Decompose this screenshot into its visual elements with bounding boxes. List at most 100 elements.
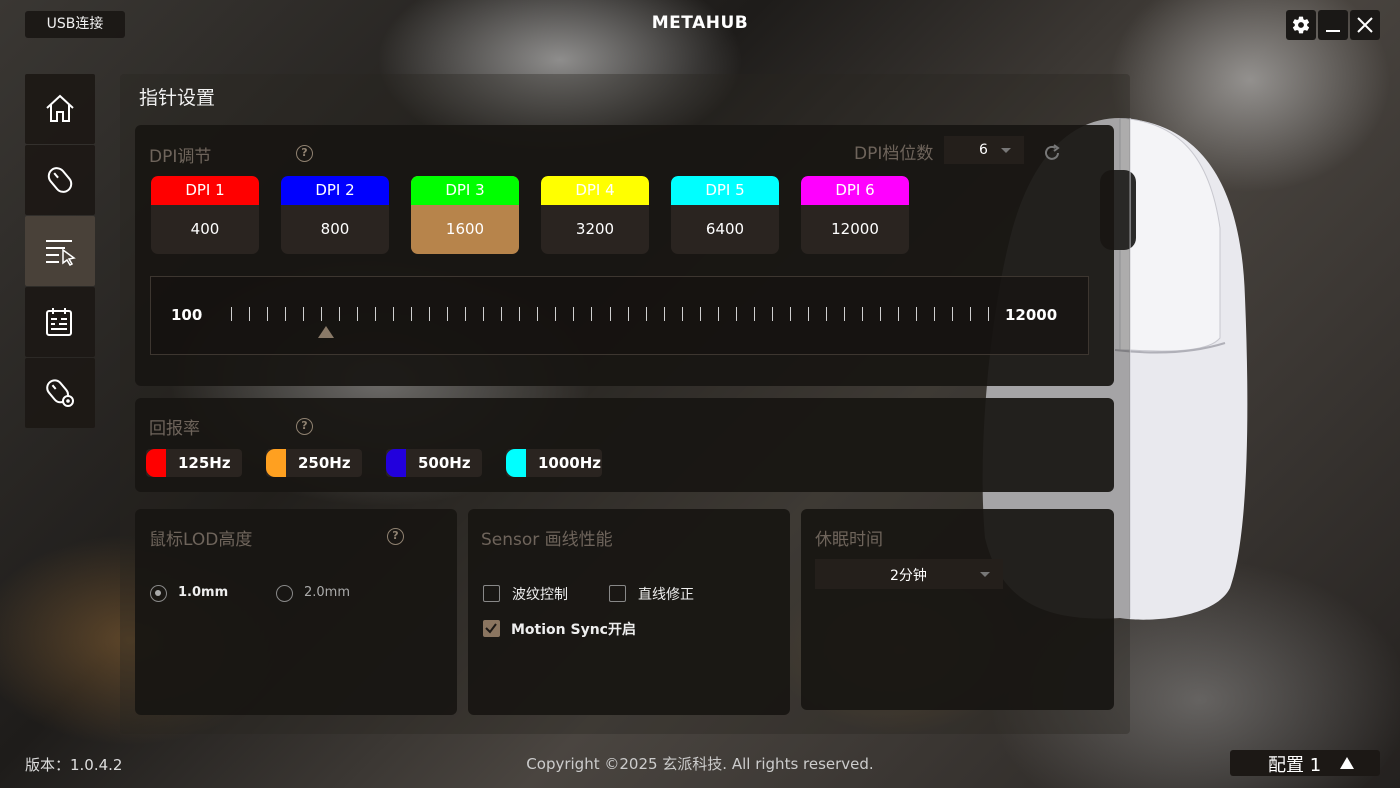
slider-tick	[465, 307, 467, 321]
slider-tick	[411, 307, 413, 321]
lod-radio-1mm[interactable]	[150, 585, 167, 602]
ripple-control-checkbox[interactable]	[483, 585, 500, 602]
slider-tick	[501, 307, 503, 321]
dpi-card-value: 12000	[831, 220, 879, 238]
dpi-card-5[interactable]: DPI 5 6400	[671, 176, 779, 254]
slider-tick	[555, 307, 557, 321]
polling-option-1000hz[interactable]: 1000Hz	[506, 449, 602, 477]
motion-sync-checkbox[interactable]	[483, 620, 500, 637]
lod-radio-2mm[interactable]	[276, 585, 293, 602]
slider-tick	[915, 307, 917, 321]
slider-tick	[807, 307, 809, 321]
mouse-icon	[47, 167, 73, 193]
dpi-levels-value: 6	[979, 142, 988, 158]
dpi-card-header: DPI 6	[801, 176, 909, 205]
slider-tick	[627, 307, 629, 321]
nav-mouse-settings[interactable]	[25, 358, 95, 428]
slider-tick	[897, 307, 899, 321]
dpi-card-1[interactable]: DPI 1 400	[151, 176, 259, 254]
slider-tick	[483, 307, 485, 321]
slider-tick	[663, 307, 665, 321]
motion-sync-label: Motion Sync开启	[511, 622, 636, 638]
slider-tick	[681, 307, 683, 321]
polling-option-label: 125Hz	[178, 454, 231, 472]
ripple-control-label: 波纹控制	[512, 587, 568, 603]
dpi-levels-label: DPI档位数	[854, 144, 934, 164]
dpi-card-header: DPI 2	[281, 176, 389, 205]
angle-snapping-label: 直线修正	[638, 587, 694, 603]
slider-tick	[771, 307, 773, 321]
slider-tick	[267, 307, 269, 321]
slider-tick	[969, 307, 971, 321]
polling-option-500hz[interactable]: 500Hz	[386, 449, 482, 477]
lod-option-2mm: 2.0mm	[304, 585, 351, 600]
sensor-label: Sensor 画线性能	[481, 530, 613, 550]
slider-tick	[303, 307, 305, 321]
slider-max-label: 12000	[1005, 306, 1058, 324]
polling-label: 回报率	[149, 419, 200, 439]
polling-panel	[135, 398, 1114, 492]
polling-option-250hz[interactable]: 250Hz	[266, 449, 362, 477]
slider-tick	[573, 307, 575, 321]
sleep-label: 休眠时间	[815, 530, 883, 550]
refresh-icon	[1045, 144, 1060, 160]
dpi-card-header: DPI 3	[411, 176, 519, 205]
slider-tick	[285, 307, 287, 321]
check-icon	[485, 623, 497, 634]
title-bar: USB连接 METAHUB	[0, 0, 1400, 50]
dpi-card-header: DPI 1	[151, 176, 259, 205]
dpi-label: DPI调节	[149, 147, 212, 167]
slider-handle[interactable]	[318, 326, 335, 338]
dpi-card-value: 6400	[705, 220, 745, 238]
slider-tick	[591, 307, 593, 321]
angle-snapping-checkbox[interactable]	[609, 585, 626, 602]
polling-option-125hz[interactable]: 125Hz	[146, 449, 242, 477]
slider-tick	[699, 307, 701, 321]
gear-icon	[1292, 16, 1310, 34]
slider-tick	[879, 307, 881, 321]
polling-help-icon[interactable]: ?	[296, 418, 313, 435]
dpi-card-value: 1600	[445, 220, 485, 238]
profile-label: 配置 1	[1268, 755, 1322, 776]
slider-tick	[231, 307, 232, 321]
nav-macro[interactable]	[25, 287, 95, 357]
polling-color-swatch	[266, 449, 286, 477]
dpi-card-2[interactable]: DPI 2 800	[281, 176, 389, 254]
nav-home[interactable]	[25, 74, 95, 144]
slider-tick	[735, 307, 737, 321]
dpi-slider[interactable]	[150, 276, 1089, 355]
nav-pointer-settings[interactable]	[25, 216, 95, 286]
close-button[interactable]	[1350, 10, 1380, 40]
polling-color-swatch	[146, 449, 166, 477]
slider-tick	[825, 307, 827, 321]
reset-button[interactable]	[1042, 143, 1062, 167]
polling-color-swatch	[386, 449, 406, 477]
slider-tick	[645, 307, 647, 321]
lod-help-icon[interactable]: ?	[387, 528, 404, 545]
dpi-card-4[interactable]: DPI 4 3200	[541, 176, 649, 254]
dpi-card-header: DPI 4	[541, 176, 649, 205]
minimize-button[interactable]	[1318, 10, 1348, 40]
slider-tick	[339, 307, 341, 321]
slider-tick	[393, 307, 395, 321]
dpi-card-header: DPI 5	[671, 176, 779, 205]
settings-button[interactable]	[1286, 10, 1316, 40]
dpi-help-icon[interactable]: ?	[296, 145, 313, 162]
slider-tick	[753, 307, 755, 321]
dpi-levels-dropdown[interactable]: 6	[944, 136, 1024, 164]
slider-tick	[447, 307, 449, 321]
slider-tick	[933, 307, 935, 321]
sleep-time-value: 2分钟	[890, 568, 927, 584]
page-title: 指针设置	[139, 87, 216, 109]
sleep-time-dropdown[interactable]: 2分钟	[815, 559, 1003, 589]
dpi-card-3[interactable]: DPI 3 1600	[411, 176, 519, 254]
slider-tick	[537, 307, 539, 321]
slider-tick	[717, 307, 719, 321]
home-icon	[46, 94, 74, 122]
slider-tick	[519, 307, 521, 321]
chevron-up-icon	[1340, 757, 1354, 769]
nav-mouse[interactable]	[25, 145, 95, 215]
dpi-card-6[interactable]: DPI 6 12000	[801, 176, 909, 254]
pointer-settings-icon	[46, 240, 76, 266]
profile-selector[interactable]: 配置 1	[1230, 750, 1380, 776]
